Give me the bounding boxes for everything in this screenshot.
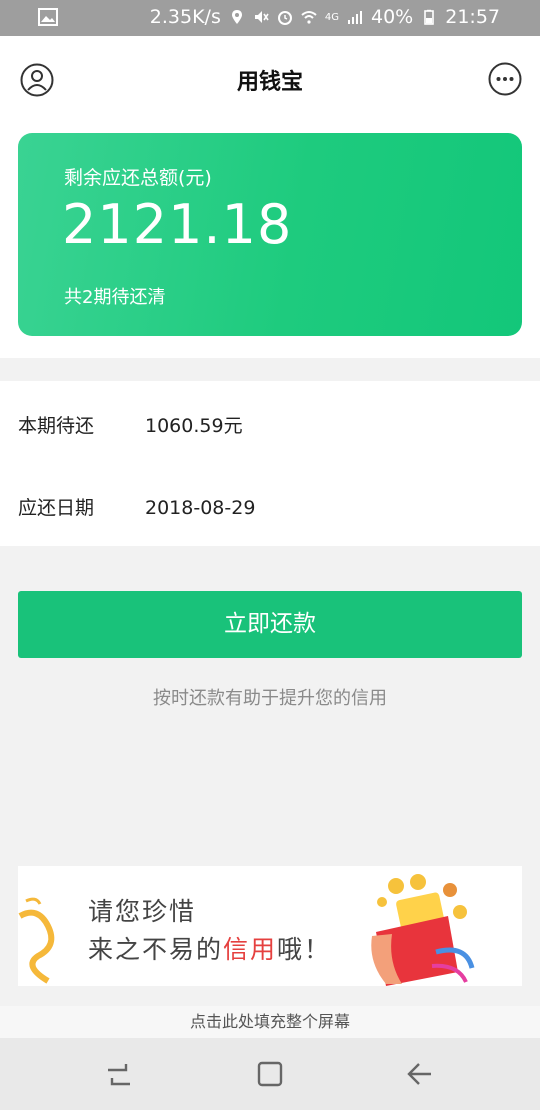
battery-level: 40% xyxy=(371,6,414,28)
credit-hint: 按时还款有助于提升您的信用 xyxy=(153,688,387,709)
repayment-info: 本期待还 1060.59元 应还日期 2018-08-29 xyxy=(0,381,540,546)
alarm-icon xyxy=(277,11,292,25)
network-speed: 2.35K/s xyxy=(149,6,221,28)
remaining-periods: 共2期待还清 xyxy=(64,287,166,308)
outstanding-summary-card: 剩余应还总额(元) 2121.18 共2期待还清 xyxy=(18,133,522,336)
info-key: 应还日期 xyxy=(18,497,95,519)
banner-line-1: 请您珍惜 xyxy=(88,897,197,926)
promo-banner[interactable]: 请您珍惜 来之不易的信用哦！ xyxy=(18,866,522,986)
location-icon xyxy=(231,10,242,24)
wifi-icon xyxy=(301,11,317,24)
outstanding-label: 剩余应还总额(元) xyxy=(64,167,212,189)
home-icon[interactable] xyxy=(255,1060,285,1088)
app-header: 用钱宝 xyxy=(0,36,540,122)
info-value: 2018-08-29 xyxy=(145,497,256,519)
image-icon xyxy=(38,8,58,26)
back-icon[interactable] xyxy=(405,1060,435,1088)
outstanding-amount: 2121.18 xyxy=(62,193,293,256)
recent-apps-icon[interactable] xyxy=(104,1060,134,1088)
info-value: 1060.59元 xyxy=(145,415,243,437)
red-envelope-illustration xyxy=(371,874,475,986)
info-row-current-due: 本期待还 1060.59元 xyxy=(18,411,243,438)
more-options-icon[interactable] xyxy=(488,62,522,96)
banner-line-2: 来之不易的信用哦！ xyxy=(88,935,332,964)
clock: 21:57 xyxy=(445,6,500,28)
network-type: 4G xyxy=(324,11,339,23)
system-nav-bar xyxy=(0,1038,540,1110)
info-key: 本期待还 xyxy=(18,415,95,437)
battery-icon xyxy=(424,9,435,25)
page-title: 用钱宝 xyxy=(236,70,303,95)
status-bar: 2.35K/s 4G 40% 21:57 xyxy=(0,0,540,36)
repay-now-button[interactable]: 立即还款 xyxy=(18,591,522,658)
info-row-due-date: 应还日期 2018-08-29 xyxy=(18,493,255,520)
signal-icon xyxy=(348,11,362,24)
mute-icon xyxy=(254,11,269,23)
fill-screen-link[interactable]: 点击此处填充整个屏幕 xyxy=(0,1006,540,1038)
ribbon-decoration xyxy=(18,897,55,984)
